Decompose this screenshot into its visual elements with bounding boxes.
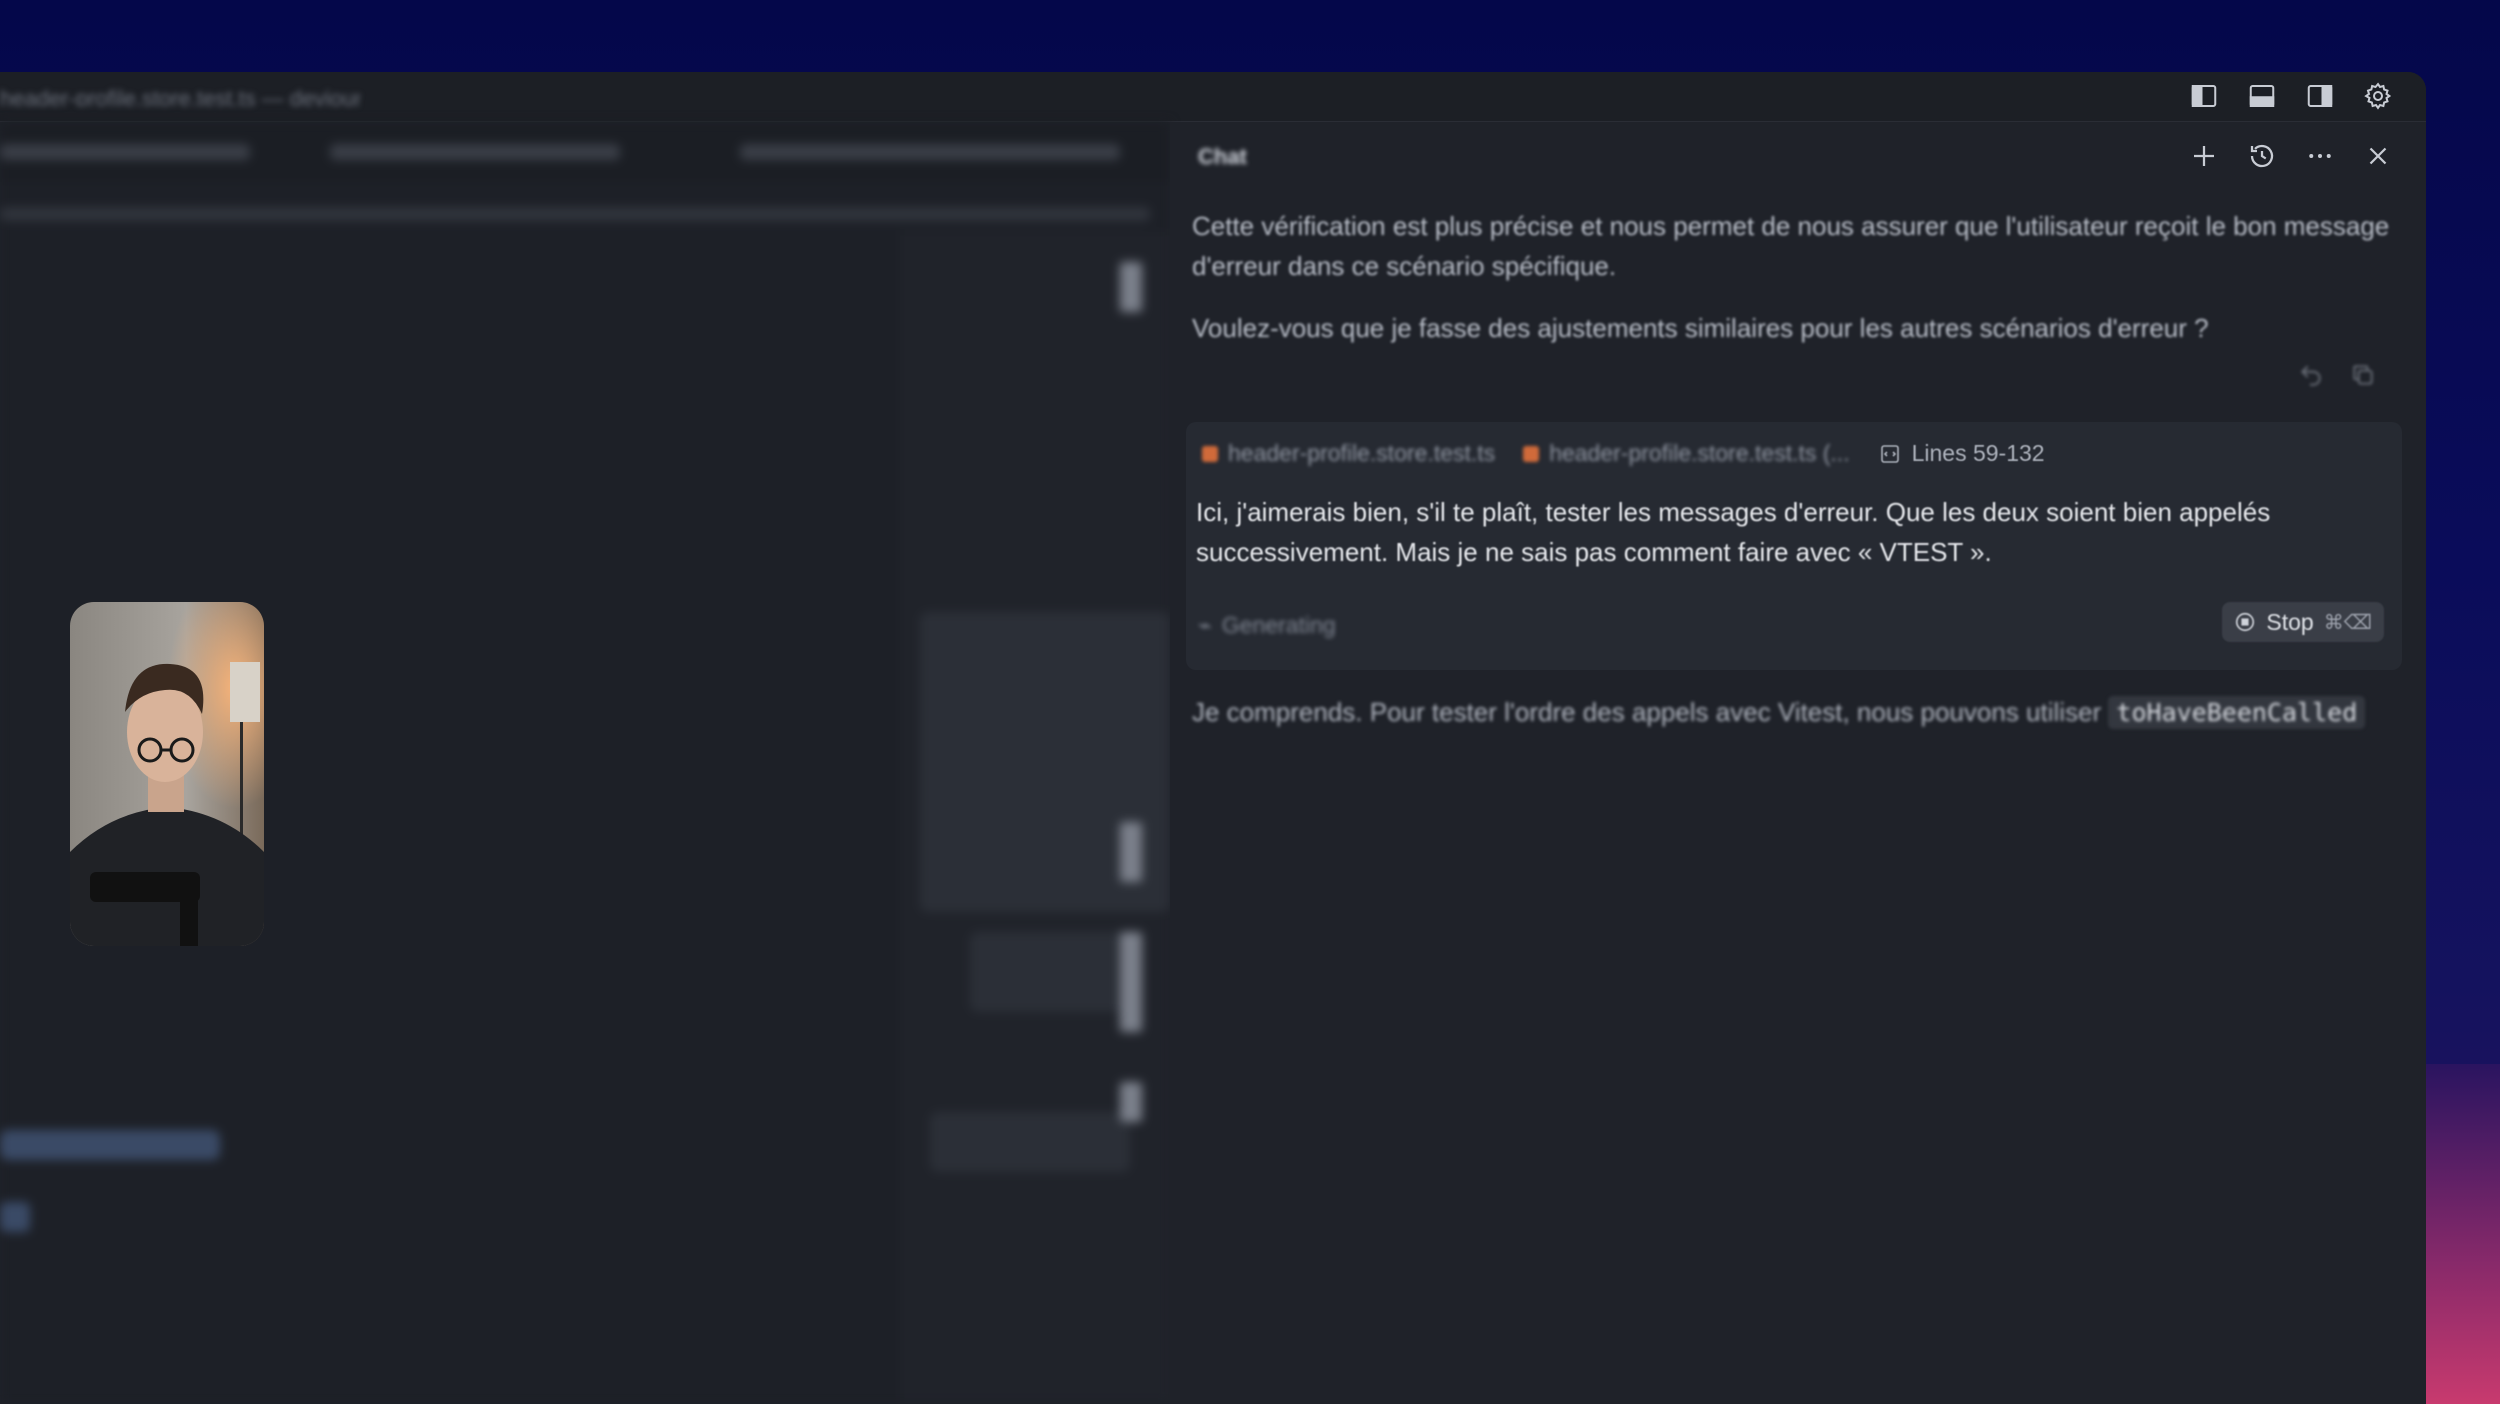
context-file-chip[interactable]: header-profile.store.test.ts (... bbox=[1523, 440, 1850, 467]
copy-icon[interactable] bbox=[2350, 362, 2376, 388]
context-lines-chip[interactable]: Lines 59-132 bbox=[1878, 440, 2045, 467]
webcam-overlay bbox=[70, 602, 264, 946]
assistant-reply-text: Je comprends. Pour tester l'ordre des ap… bbox=[1192, 697, 2102, 727]
chat-actions bbox=[2186, 138, 2396, 174]
more-icon[interactable] bbox=[2302, 138, 2338, 174]
inline-code: toHaveBeenCalled bbox=[2108, 696, 2366, 729]
chat-header: Chat bbox=[1170, 122, 2426, 188]
title-bar: header-profile.store.test.ts — devjourna… bbox=[0, 72, 2426, 122]
editor-tabs bbox=[0, 122, 1170, 182]
toggle-primary-sidebar-icon[interactable] bbox=[2186, 78, 2222, 114]
history-icon[interactable] bbox=[2244, 138, 2280, 174]
scroll-marker bbox=[1120, 932, 1142, 1032]
generating-label: Generating bbox=[1221, 612, 1336, 638]
user-message-box[interactable]: header-profile.store.test.ts header-prof… bbox=[1186, 422, 2402, 670]
generating-status: ⌁ Generating bbox=[1198, 612, 1336, 639]
context-file-chip[interactable]: header-profile.store.test.ts bbox=[1202, 440, 1495, 467]
editor-tab[interactable] bbox=[0, 144, 250, 160]
layout-controls bbox=[2186, 78, 2396, 114]
context-lines-label: Lines 59-132 bbox=[1911, 440, 2045, 466]
stop-button[interactable]: Stop ⌘⌫ bbox=[2222, 602, 2384, 642]
stop-shortcut: ⌘⌫ bbox=[2323, 611, 2372, 634]
assistant-reply: Je comprends. Pour tester l'ordre des ap… bbox=[1192, 692, 2402, 733]
window-title: header-profile.store.test.ts — devjourna… bbox=[0, 86, 360, 106]
toggle-panel-icon[interactable] bbox=[2244, 78, 2280, 114]
selection-highlight bbox=[0, 1130, 220, 1160]
chat-panel: Chat Cette vérification est plus précise… bbox=[1170, 122, 2426, 1404]
new-chat-icon[interactable] bbox=[2186, 138, 2222, 174]
selection-highlight bbox=[0, 1202, 30, 1232]
context-file-label: header-profile.store.test.ts bbox=[1228, 440, 1496, 466]
stop-label: Stop bbox=[2266, 608, 2314, 635]
spinner-icon: ⌁ bbox=[1198, 612, 1212, 638]
toggle-secondary-sidebar-icon[interactable] bbox=[2302, 78, 2338, 114]
stop-icon bbox=[2236, 612, 2255, 632]
file-type-icon bbox=[1523, 445, 1540, 462]
app-window: header-profile.store.test.ts — devjourna… bbox=[0, 72, 2426, 1404]
assistant-message: Voulez-vous que je fasse des ajustements… bbox=[1192, 313, 2209, 343]
assistant-message: Cette vérification est plus précise et n… bbox=[1192, 211, 2390, 281]
context-file-label: header-profile.store.test.ts (... bbox=[1549, 440, 1850, 466]
minimap bbox=[900, 232, 1170, 1402]
user-message-text: Ici, j'aimerais bien, s'il te plaît, tes… bbox=[1196, 497, 2271, 567]
settings-gear-icon[interactable] bbox=[2360, 78, 2396, 114]
breadcrumb bbox=[0, 207, 1150, 221]
message-tools bbox=[2298, 362, 2376, 388]
file-type-icon bbox=[1202, 445, 1218, 462]
scroll-marker bbox=[1120, 1082, 1142, 1122]
code-selection-icon bbox=[1880, 444, 1899, 463]
chat-title: Chat bbox=[1198, 144, 1247, 169]
scroll-marker bbox=[1120, 822, 1142, 882]
editor-tab-active[interactable] bbox=[330, 144, 620, 160]
scroll-marker bbox=[1120, 262, 1142, 312]
undo-icon[interactable] bbox=[2298, 362, 2324, 388]
editor-toolbar bbox=[740, 144, 1120, 160]
close-icon[interactable] bbox=[2360, 138, 2396, 174]
context-row: header-profile.store.test.ts header-prof… bbox=[1202, 440, 2045, 467]
